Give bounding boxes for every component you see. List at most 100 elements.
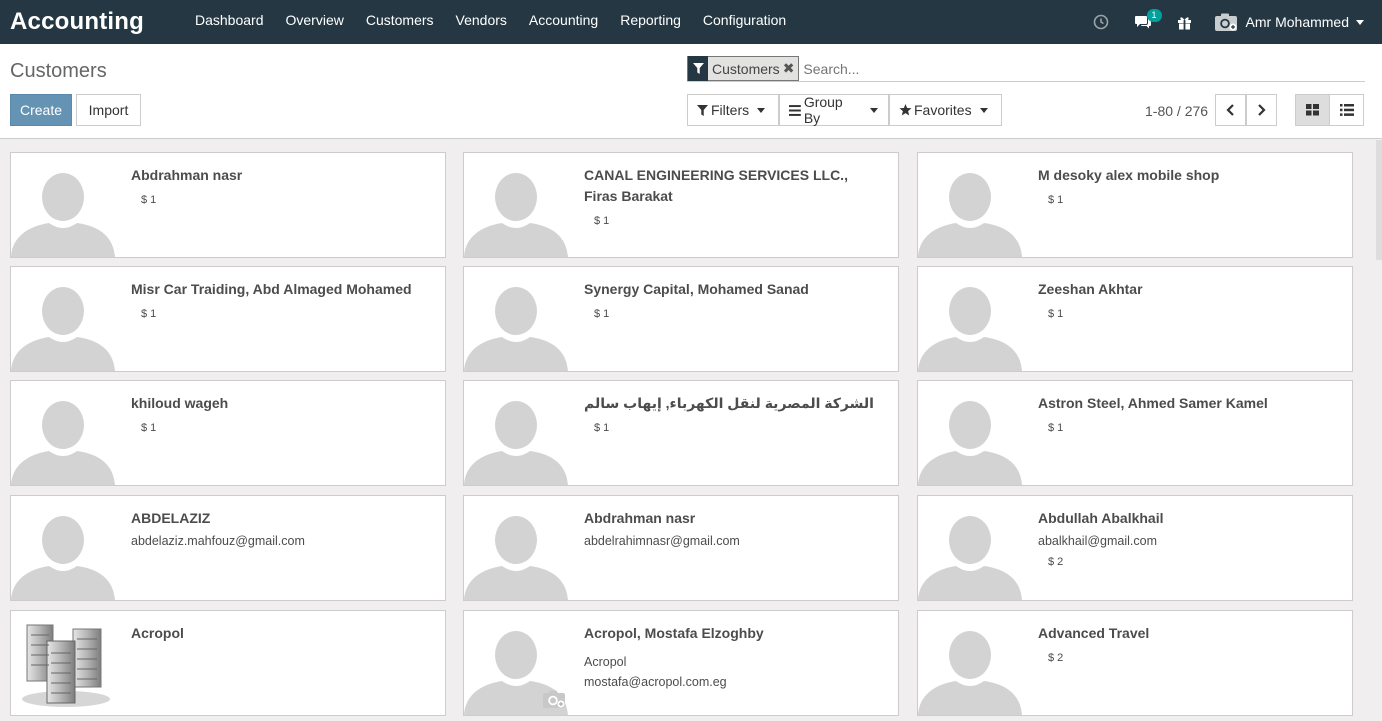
placeholder-avatar-icon: [464, 267, 568, 371]
customer-amount: $ 1: [141, 422, 157, 434]
customer-amount: $ 1: [594, 215, 610, 227]
pager-next-button[interactable]: [1246, 94, 1277, 126]
scrollbar-thumb[interactable]: [1376, 140, 1382, 260]
customer-name: Acropol, Mostafa Elzoghby: [584, 625, 764, 641]
favorites-label: Favorites: [914, 102, 972, 118]
placeholder-avatar-icon: [918, 611, 1022, 715]
app-title[interactable]: Accounting: [0, 8, 184, 36]
customer-amount: $ 1: [594, 308, 610, 320]
group-by-label: Group By: [803, 94, 843, 126]
user-name: Amr Mohammed: [1245, 14, 1349, 30]
star-icon: [899, 104, 912, 116]
company-building-icon: [11, 611, 115, 715]
customer-card[interactable]: Acropol, Mostafa Elzoghby Acropol mostafa@…: [463, 610, 899, 716]
placeholder-avatar-icon: [918, 153, 1022, 257]
placeholder-avatar-icon: [918, 267, 1022, 371]
main-navbar: Accounting Dashboard Overview Customers …: [0, 0, 1382, 44]
list-view-button[interactable]: [1329, 94, 1364, 126]
systray: 1 Amr Mohammed: [1080, 0, 1382, 44]
customer-card[interactable]: Abdullah Abalkhail abalkhail@gmail.com $ 2: [917, 495, 1353, 601]
customer-card[interactable]: ABDELAZIZ abdelaziz.mahfouz@gmail.com: [10, 495, 446, 601]
menu-item-dashboard[interactable]: Dashboard: [184, 0, 275, 44]
user-menu-caret-icon: [1356, 19, 1364, 25]
user-menu[interactable]: Amr Mohammed: [1206, 0, 1382, 44]
filters-dropdown[interactable]: Filters: [687, 94, 779, 126]
menu-item-reporting[interactable]: Reporting: [609, 0, 692, 44]
placeholder-avatar-icon: [11, 381, 115, 485]
placeholder-avatar-icon: [11, 153, 115, 257]
customer-amount: $ 2: [1048, 556, 1064, 568]
messages-icon[interactable]: 1: [1122, 0, 1164, 44]
customer-card[interactable]: Acropol: [10, 610, 446, 716]
placeholder-avatar-icon: [918, 381, 1022, 485]
customer-card[interactable]: CANAL ENGINEERING SERVICES LLC., Firas B…: [463, 152, 899, 258]
chevron-left-icon: [1226, 104, 1234, 116]
customer-name: Abdrahman nasr: [131, 167, 243, 183]
pager-value[interactable]: 1-80 / 276: [1145, 103, 1208, 119]
search-bar: Customers ✖: [687, 56, 1365, 82]
facet-remove-icon[interactable]: ✖: [783, 60, 799, 77]
placeholder-avatar-icon: [11, 496, 115, 600]
menu-item-vendors[interactable]: Vendors: [445, 0, 518, 44]
filter-icon: [688, 56, 708, 81]
customer-amount: $ 1: [1048, 194, 1064, 206]
import-button[interactable]: Import: [76, 94, 141, 126]
customer-card[interactable]: Abdrahman nasr abdelrahimnasr@gmail.com: [463, 495, 899, 601]
breadcrumb: Customers: [10, 60, 107, 82]
customer-amount: $ 1: [1048, 308, 1064, 320]
customer-name: Astron Steel, Ahmed Samer Kamel: [1038, 395, 1268, 411]
customer-card[interactable]: Advanced Travel $ 2: [917, 610, 1353, 716]
placeholder-avatar-icon: [464, 496, 568, 600]
customer-amount: $ 1: [594, 422, 610, 434]
chevron-down-icon: [870, 107, 878, 113]
menu-item-customers[interactable]: Customers: [355, 0, 445, 44]
placeholder-avatar-icon: [11, 267, 115, 371]
user-avatar-icon: [1214, 12, 1238, 32]
pager-previous-button[interactable]: [1215, 94, 1246, 126]
customer-name: الشركة المصرية لنقل الكهرباء, إيهاب سالم: [584, 395, 874, 411]
customer-name: M desoky alex mobile shop: [1038, 167, 1220, 183]
customer-card[interactable]: Abdrahman nasr $ 1: [10, 152, 446, 258]
chevron-down-icon: [757, 107, 766, 113]
filter-icon: [697, 104, 708, 116]
customer-email: mostafa@acropol.com.eg: [584, 675, 727, 689]
scrollbar[interactable]: [1376, 140, 1382, 721]
menu-item-accounting[interactable]: Accounting: [518, 0, 609, 44]
chevron-right-icon: [1258, 104, 1266, 116]
messages-count-badge: 1: [1146, 9, 1162, 22]
favorites-dropdown[interactable]: Favorites: [889, 94, 1002, 126]
customer-name: Acropol: [131, 625, 184, 641]
customer-name: Misr Car Traiding, Abd Almaged Mohamed: [131, 281, 412, 297]
group-by-dropdown[interactable]: Group By: [779, 94, 889, 126]
menu-item-overview[interactable]: Overview: [275, 0, 355, 44]
placeholder-avatar-icon: [464, 153, 568, 257]
customer-name: CANAL ENGINEERING SERVICES LLC., Firas B…: [584, 167, 848, 204]
customer-name: Zeeshan Akhtar: [1038, 281, 1143, 297]
kanban-view: Abdrahman nasr $ 1 CANAL ENGINEERING SERV…: [0, 140, 1376, 721]
customer-card[interactable]: Synergy Capital, Mohamed Sanad $ 1: [463, 266, 899, 372]
customer-card[interactable]: Astron Steel, Ahmed Samer Kamel $ 1: [917, 380, 1353, 486]
customer-email: abdelaziz.mahfouz@gmail.com: [131, 534, 305, 548]
customer-name: Abdrahman nasr: [584, 510, 696, 526]
customer-card[interactable]: Misr Car Traiding, Abd Almaged Mohamed $ …: [10, 266, 446, 372]
kanban-grid-icon: [1306, 104, 1319, 116]
customer-name: Advanced Travel: [1038, 625, 1150, 641]
kanban-view-button[interactable]: [1295, 94, 1330, 126]
customer-email: abalkhail@gmail.com: [1038, 534, 1157, 548]
create-button[interactable]: Create: [10, 94, 72, 126]
activity-clock-icon[interactable]: [1080, 0, 1122, 44]
camera-icon: [542, 689, 566, 709]
gift-icon[interactable]: [1164, 0, 1206, 44]
list-icon: [1339, 104, 1354, 116]
customer-card[interactable]: khiloud wageh $ 1: [10, 380, 446, 486]
menu-item-configuration[interactable]: Configuration: [692, 0, 797, 44]
main-menu: Dashboard Overview Customers Vendors Acc…: [184, 0, 797, 44]
placeholder-avatar-icon: [918, 496, 1022, 600]
customer-card[interactable]: Zeeshan Akhtar $ 1: [917, 266, 1353, 372]
customer-card[interactable]: الشركة المصرية لنقل الكهرباء, إيهاب سالم…: [463, 380, 899, 486]
customer-card[interactable]: M desoky alex mobile shop $ 1: [917, 152, 1353, 258]
search-input[interactable]: [803, 60, 1204, 77]
customer-name: ABDELAZIZ: [131, 510, 211, 526]
search-facet-label: Customers: [712, 60, 780, 77]
chevron-down-icon: [979, 107, 988, 113]
